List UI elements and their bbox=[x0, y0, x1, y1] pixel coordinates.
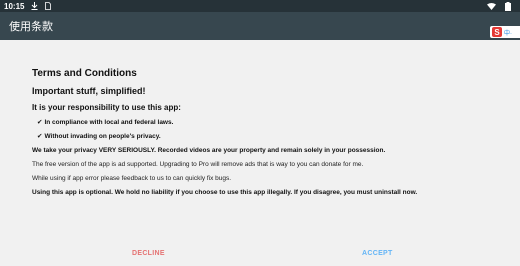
bullet-text: Without invading on people's privacy. bbox=[44, 132, 161, 140]
ime-mode-label[interactable]: 中· bbox=[504, 28, 512, 37]
privacy-paragraph: We take your privacy VERY SERIOUSLY. Rec… bbox=[32, 147, 386, 154]
terms-title: Terms and Conditions bbox=[32, 68, 137, 79]
list-item: ✔ Without invading on people's privacy. bbox=[37, 132, 492, 141]
check-icon: ✔ bbox=[37, 133, 43, 140]
check-icon: ✔ bbox=[37, 119, 43, 126]
ads-paragraph: The free version of the app is ad suppor… bbox=[32, 161, 364, 168]
list-item: ✔ In compliance with local and federal l… bbox=[37, 118, 492, 127]
app-bar: 使用条款 bbox=[0, 12, 520, 40]
status-time: 10:15 bbox=[4, 1, 25, 11]
battery-icon bbox=[503, 1, 512, 11]
bullet-text: In compliance with local and federal law… bbox=[44, 118, 174, 126]
download-icon bbox=[30, 2, 39, 11]
wifi-icon bbox=[487, 2, 496, 11]
terms-content: Terms and Conditions Important stuff, si… bbox=[32, 68, 492, 196]
app-bar-title: 使用条款 bbox=[9, 20, 53, 33]
decline-button[interactable]: DECLINE bbox=[132, 250, 165, 257]
feedback-paragraph: While using if app error please feedback… bbox=[32, 175, 232, 182]
terms-subtitle: Important stuff, simplified! bbox=[32, 86, 146, 96]
accept-button[interactable]: ACCEPT bbox=[362, 250, 393, 257]
ime-toolbar[interactable]: S 中· bbox=[490, 26, 520, 38]
sim-card-icon bbox=[43, 2, 52, 11]
status-bar: 10:15 bbox=[0, 0, 520, 12]
ime-logo-icon[interactable]: S bbox=[492, 27, 502, 37]
liability-paragraph: Using this app is optional. We hold no l… bbox=[32, 189, 418, 196]
responsibility-heading: It is your responsibility to use this ap… bbox=[32, 103, 181, 112]
